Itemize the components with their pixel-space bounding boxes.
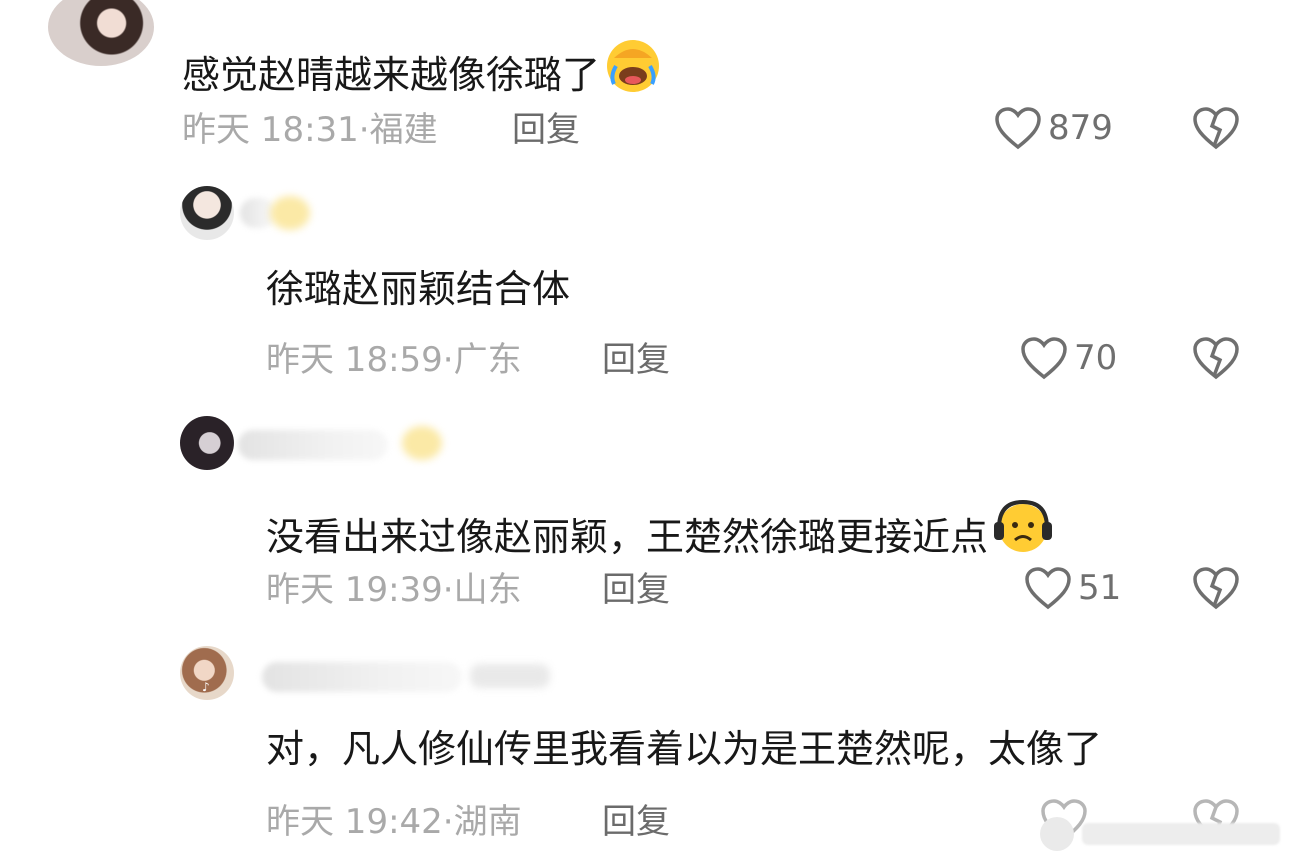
comment-meta: 昨天 18:31·福建 (182, 110, 438, 150)
face-palm-laughing-emoji-icon (604, 36, 662, 104)
reply-button[interactable]: 回复 (602, 802, 670, 842)
comment-text: 对，凡人修仙传里我看着以为是王楚然呢，太像了 (266, 727, 1103, 771)
comment-text: 徐璐赵丽颖结合体 (266, 267, 571, 311)
reply-button[interactable]: 回复 (602, 570, 670, 610)
comment-meta: 昨天 19:39·山东 (266, 570, 522, 610)
comment-text: 感觉赵晴越来越像徐璐了 (182, 36, 662, 104)
like-count: 51 (1078, 568, 1122, 608)
reply-button[interactable]: 回复 (512, 110, 580, 150)
avatar[interactable] (48, 0, 154, 66)
comment-meta: 昨天 18:59·广东 (266, 340, 522, 380)
avatar[interactable] (180, 186, 234, 240)
username-blurred (262, 662, 462, 692)
heart-icon (1020, 336, 1068, 380)
worried-face-headphones-emoji-icon (992, 498, 1054, 566)
dislike-button[interactable] (1192, 336, 1240, 380)
like-button[interactable]: 70 (1020, 336, 1117, 380)
username-blurred (238, 430, 388, 460)
like-count: 70 (1074, 338, 1118, 378)
heart-icon (1024, 566, 1072, 610)
weibo-logo-icon (1040, 817, 1074, 851)
avatar[interactable] (180, 416, 234, 470)
heart-icon (994, 106, 1042, 150)
dislike-button[interactable] (1192, 106, 1240, 150)
avatar[interactable]: ♪ (180, 646, 234, 700)
like-button[interactable]: 879 (994, 106, 1113, 150)
broken-heart-icon (1192, 336, 1240, 380)
watermark-text-blurred (1082, 823, 1280, 845)
broken-heart-icon (1192, 106, 1240, 150)
like-button[interactable]: 51 (1024, 566, 1121, 610)
watermark (1040, 812, 1280, 856)
like-count: 879 (1048, 108, 1113, 148)
broken-heart-icon (1192, 566, 1240, 610)
dislike-button[interactable] (1192, 566, 1240, 610)
tiktok-icon: ♪ (202, 680, 210, 694)
badge-blurred (402, 426, 442, 460)
reply-button[interactable]: 回复 (602, 340, 670, 380)
comment-text: 没看出来过像赵丽颖，王楚然徐璐更接近点 (266, 498, 1054, 566)
badge-blurred (270, 196, 310, 230)
badge-blurred (470, 664, 550, 688)
comment-meta: 昨天 19:42·湖南 (266, 802, 522, 842)
